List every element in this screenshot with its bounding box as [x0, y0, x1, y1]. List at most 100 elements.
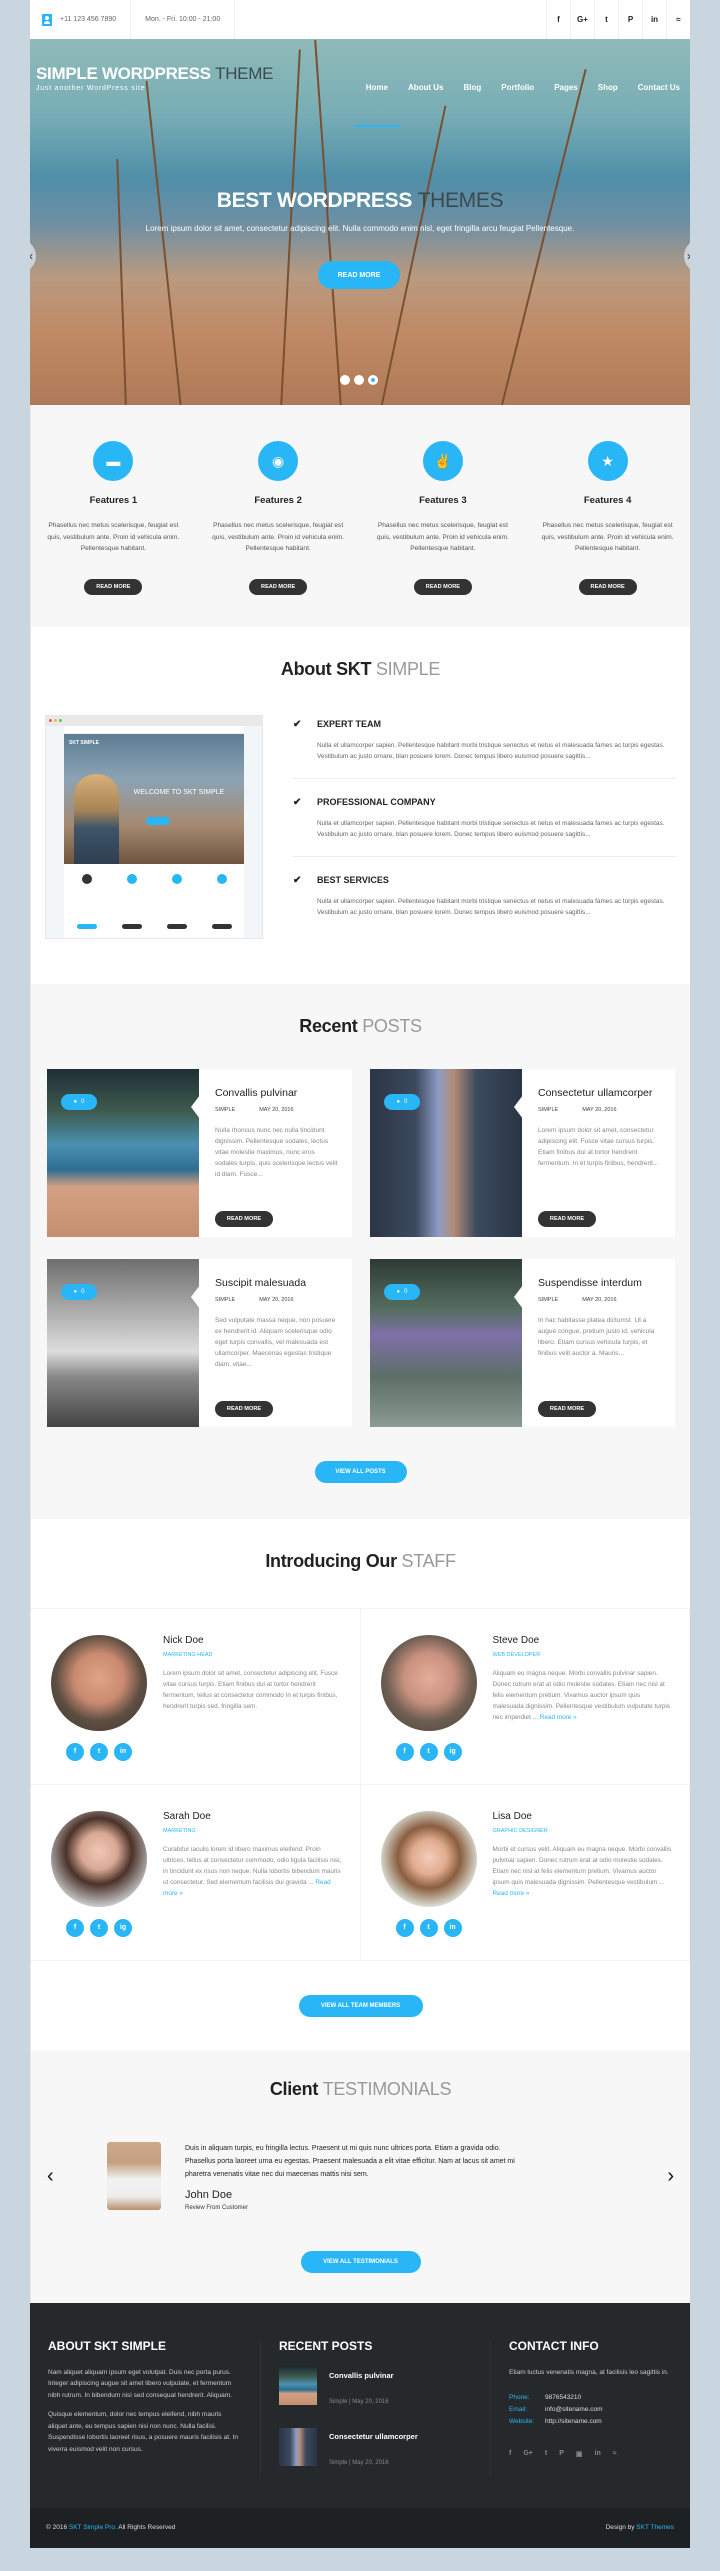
- view-all-testimonials-button[interactable]: VIEW ALL TESTIMONIALS: [300, 2250, 421, 2273]
- post-date: MAY 20, 2016: [582, 1106, 617, 1113]
- post-image[interactable]: ● 0: [47, 1068, 200, 1237]
- twitter-icon[interactable]: t: [90, 1742, 108, 1761]
- nav-pages[interactable]: Pages: [544, 83, 588, 92]
- pinterest-icon[interactable]: P: [618, 0, 642, 39]
- post-excerpt: Sed vulputate massa neque, non posuere e…: [215, 1316, 336, 1368]
- twitter-icon[interactable]: t: [594, 0, 618, 39]
- footer-post-item[interactable]: Convallis pulvinar Simple | May 20, 2016: [279, 2366, 472, 2408]
- staff-title: Introducing Our STAFF: [265, 1550, 456, 1571]
- post-title[interactable]: Convallis pulvinar: [215, 1087, 338, 1099]
- google-plus-icon[interactable]: G+: [570, 0, 594, 39]
- logo-accent: THEME: [215, 64, 274, 83]
- post-title[interactable]: Suscipit malesuada: [215, 1277, 338, 1289]
- post-image[interactable]: ● 0: [370, 1258, 523, 1427]
- member-role: MARKETING HEAD: [163, 1651, 213, 1658]
- instagram-icon[interactable]: ▣: [576, 2450, 583, 2458]
- post-read-more-button[interactable]: READ MORE: [538, 1210, 596, 1227]
- facebook-icon[interactable]: f: [546, 0, 570, 39]
- post-read-more-button[interactable]: READ MORE: [215, 1400, 273, 1417]
- nav-home[interactable]: Home: [353, 83, 401, 127]
- eye-icon: ◉: [258, 441, 299, 481]
- main-nav: Home About Us Blog Portfolio Pages Shop …: [353, 83, 690, 127]
- feature-read-more-button[interactable]: READ MORE: [578, 578, 637, 595]
- facebook-icon[interactable]: f: [395, 1918, 414, 1937]
- feature-read-more-button[interactable]: READ MORE: [249, 578, 308, 595]
- post-title[interactable]: Suspendisse interdum: [538, 1277, 661, 1289]
- facebook-icon[interactable]: f: [66, 1918, 84, 1937]
- slider-prev-arrow[interactable]: ‹: [30, 239, 36, 273]
- staff-section: Introducing Our STAFF f t in Nick Doe MA…: [30, 1518, 690, 2051]
- rss-icon[interactable]: ≈: [613, 2450, 617, 2458]
- pinterest-icon[interactable]: P: [559, 2450, 564, 2458]
- top-bar: +11 123 456 7890 Mon. - Fri. 10:00 - 21:…: [30, 0, 690, 39]
- testimonial-next-arrow[interactable]: ›: [667, 2165, 674, 2188]
- member-bio: Lorem ipsum dolor sit amet, consectetur …: [163, 1669, 338, 1710]
- instagram-icon[interactable]: ig: [114, 1918, 132, 1937]
- about-section: About SKT SIMPLE SKT SIMPLE WELCOME TO S…: [30, 626, 690, 984]
- slide-dot-2[interactable]: [354, 375, 364, 385]
- twitter-icon[interactable]: t: [545, 2450, 547, 2458]
- member-bio: Morbi et cursus velit. Aliquam eu magna …: [492, 1845, 672, 1897]
- site-logo[interactable]: SIMPLE WORDPRESS THEME Just another Word…: [36, 64, 273, 92]
- view-all-team-button[interactable]: VIEW ALL TEAM MEMBERS: [298, 1994, 423, 2017]
- facebook-icon[interactable]: f: [66, 1742, 84, 1761]
- facebook-icon[interactable]: f: [509, 2450, 511, 2458]
- comment-icon: ●: [396, 1098, 401, 1105]
- footer-recent-posts: RECENT POSTS Convallis pulvinar Simple | …: [260, 2338, 490, 2478]
- feature-title: Features 3: [419, 495, 467, 506]
- feature-read-more-button[interactable]: READ MORE: [413, 578, 472, 595]
- nav-contact-us[interactable]: Contact Us: [628, 83, 690, 92]
- post-image[interactable]: ● 0: [370, 1068, 523, 1237]
- post-thumbnail: [279, 2366, 317, 2405]
- comment-count-badge: ● 0: [61, 1093, 97, 1110]
- instagram-icon[interactable]: ig: [443, 1742, 462, 1761]
- about-item: ✔ PROFESSIONAL COMPANY Nulla et ullamcorp…: [293, 793, 676, 857]
- feature-read-more-button[interactable]: READ MORE: [84, 578, 143, 595]
- slide-dot-3-active[interactable]: [368, 375, 378, 385]
- read-more-link[interactable]: Read more »: [493, 1890, 530, 1897]
- google-plus-icon[interactable]: G+: [523, 2450, 533, 2458]
- nav-portfolio[interactable]: Portfolio: [491, 83, 544, 92]
- testimonial-prev-arrow[interactable]: ‹: [47, 2165, 54, 2188]
- contact-website[interactable]: http://sitename.com: [545, 2416, 602, 2428]
- phone-number: +11 123 456 7890: [60, 16, 117, 23]
- copyright-link[interactable]: SKT Simple Pro.: [69, 2524, 117, 2531]
- nav-blog[interactable]: Blog: [454, 83, 492, 92]
- member-role: MARKETING: [163, 1827, 196, 1834]
- post-card: ● 0 Suspendisse interdum SIMPLE MAY 20, 20…: [370, 1258, 675, 1427]
- slide-dot-1[interactable]: [340, 375, 350, 385]
- rss-icon[interactable]: ≈: [666, 0, 690, 39]
- post-title[interactable]: Consectetur ullamcorper: [538, 1087, 661, 1099]
- hero-read-more-button[interactable]: READ MORE: [318, 261, 400, 289]
- about-title: About SKT SIMPLE: [280, 658, 441, 679]
- footer-posts-title: RECENT POSTS: [279, 2338, 373, 2353]
- facebook-icon[interactable]: f: [395, 1742, 414, 1761]
- linkedin-icon[interactable]: in: [114, 1742, 132, 1761]
- post-read-more-button[interactable]: READ MORE: [215, 1210, 273, 1227]
- twitter-icon[interactable]: t: [419, 1918, 438, 1937]
- view-all-posts-button[interactable]: VIEW ALL POSTS: [314, 1460, 407, 1483]
- about-list: ✔ EXPERT TEAM Nulla et ullamcorper sapien…: [263, 715, 676, 948]
- linkedin-icon[interactable]: in: [443, 1918, 462, 1937]
- contact-email[interactable]: info@sitename.com: [545, 2404, 603, 2416]
- nav-about-us[interactable]: About Us: [398, 83, 454, 92]
- nav-shop[interactable]: Shop: [588, 83, 628, 92]
- twitter-icon[interactable]: t: [90, 1918, 108, 1937]
- footer-post-item[interactable]: Consectetur ullamcorper Simple | May 20, …: [279, 2427, 472, 2469]
- linkedin-icon[interactable]: in: [595, 2450, 601, 2458]
- feature-text: Phasellus nec metus scelerisque, feugiat…: [541, 522, 674, 552]
- design-credit-link[interactable]: SKT Themes: [636, 2524, 674, 2531]
- feature-card: ✌ Features 3 Phasellus nec metus sceleri…: [368, 441, 518, 595]
- post-date: MAY 20, 2016: [259, 1106, 294, 1113]
- post-image[interactable]: ● 0: [47, 1258, 200, 1427]
- post-author: SIMPLE: [215, 1106, 236, 1113]
- features-section: ▬ Features 1 Phasellus nec metus sceleri…: [30, 405, 690, 627]
- twitter-icon[interactable]: t: [419, 1742, 438, 1761]
- site-tagline: Just another WordPress site: [36, 85, 146, 92]
- avatar: [51, 1634, 147, 1731]
- slider-next-arrow[interactable]: ›: [684, 239, 690, 273]
- member-role: WEB DEVELOPER: [492, 1651, 541, 1658]
- read-more-link[interactable]: Read more »: [540, 1714, 577, 1721]
- post-read-more-button[interactable]: READ MORE: [538, 1400, 596, 1417]
- linkedin-icon[interactable]: in: [642, 0, 666, 39]
